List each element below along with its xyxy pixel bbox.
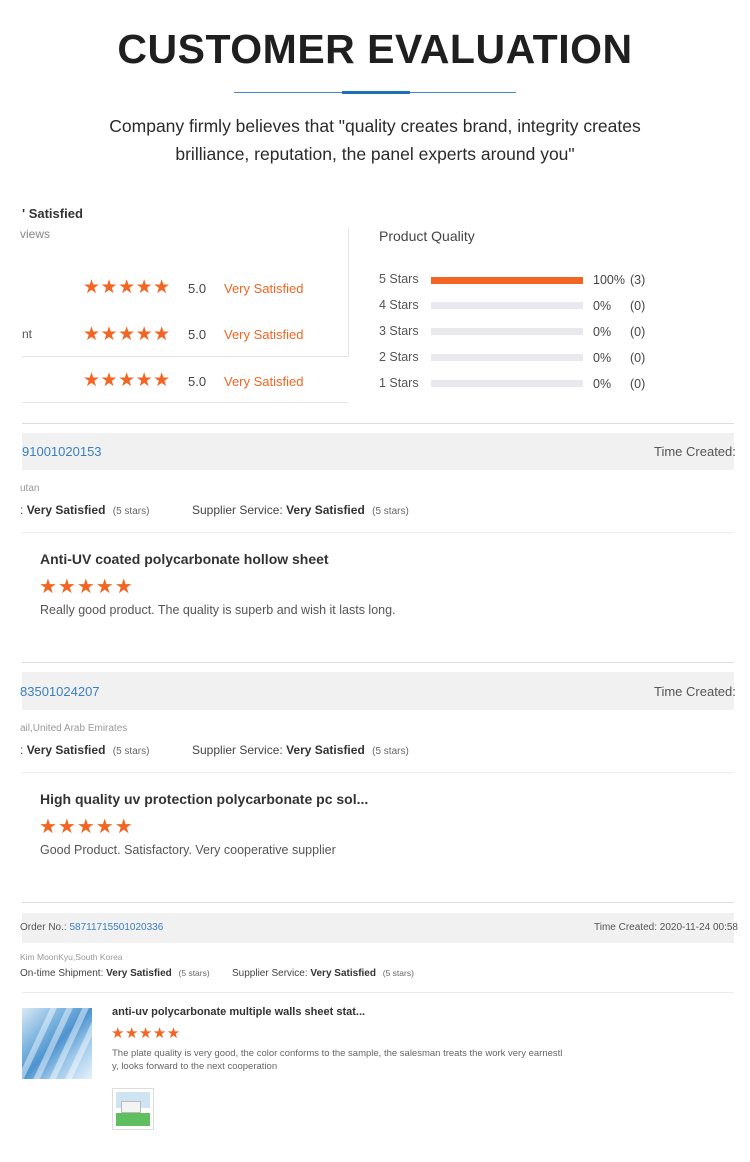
buyer-info: ail,United Arab Emirates [20, 723, 128, 734]
quality-bar [431, 328, 583, 335]
rating-score: 5.0 [188, 327, 207, 342]
review-ratings: On-time Shipment: Very Satisfied (5 star… [20, 968, 210, 979]
divider [22, 402, 349, 403]
shipment-stars: (5 stars) [112, 746, 150, 757]
divider [22, 992, 734, 993]
time-created: Time Created: 2020-11-24 00:58 [594, 922, 738, 933]
review-stars: ★★★★★ [39, 576, 134, 598]
service-stars: (5 stars) [382, 968, 414, 978]
quality-count: (3) [630, 273, 646, 287]
order-number-link[interactable]: 83501024207 [20, 684, 100, 699]
order-header [22, 433, 734, 470]
quality-bar-fill [431, 277, 583, 284]
service-ratings: Supplier Service: Very Satisfied (5 star… [192, 503, 409, 517]
review-comment-line-2: y, looks forward to the next cooperation [112, 1061, 278, 1072]
product-title-link[interactable]: anti-uv polycarbonate multiple walls she… [112, 1006, 365, 1018]
rating-score: 5.0 [188, 374, 207, 389]
quality-bar [431, 302, 583, 309]
divider [22, 532, 734, 533]
review-comment-line-1: The plate quality is very good, the colo… [112, 1048, 563, 1059]
star-rating: ★★★★★ [83, 277, 171, 298]
page-title: CUSTOMER EVALUATION [117, 26, 633, 72]
quality-percent: 100% [593, 273, 625, 287]
service-ratings: Supplier Service: Very Satisfied (5 star… [232, 968, 414, 979]
quality-count: (0) [630, 325, 646, 339]
order-number-link[interactable]: 91001020153 [22, 444, 102, 459]
page-subtitle: Company firmly believes that "quality cr… [0, 112, 750, 168]
subtitle-line-1: Company firmly believes that "quality cr… [109, 116, 641, 136]
quality-percent: 0% [593, 299, 612, 313]
divider [22, 423, 734, 424]
shipment-stars: (5 stars) [178, 968, 210, 978]
order-label: Order No.: [20, 922, 67, 933]
rating-score: 5.0 [188, 281, 207, 296]
service-label: Supplier Service: [192, 743, 283, 757]
quality-row-label: 1 Stars [379, 376, 419, 390]
quality-bar [431, 354, 583, 361]
divider [22, 772, 734, 773]
star-rating: ★★★★★ [83, 370, 171, 391]
shipment-label: On-time Shipment: [20, 968, 104, 979]
rating-status: Very Satisfied [224, 374, 304, 389]
order-number-link[interactable]: 58711715501020336 [69, 922, 163, 933]
quality-row-label: 4 Stars [379, 298, 419, 312]
quality-row-label: 2 Stars [379, 350, 419, 364]
review-photo[interactable] [112, 1088, 154, 1130]
quality-row-label: 5 Stars [379, 272, 419, 286]
divider [22, 662, 734, 663]
shipment-label: : [20, 743, 24, 757]
shipment-value: Very Satisfied [26, 743, 106, 757]
shipment-stars: (5 stars) [112, 506, 150, 517]
product-title-link[interactable]: High quality uv protection polycarbonate… [40, 791, 368, 807]
review-comment: Good Product. Satisfactory. Very coopera… [40, 843, 336, 857]
time-created: Time Created: [654, 444, 736, 459]
divider [22, 902, 734, 903]
quality-count: (0) [630, 351, 646, 365]
quality-count: (0) [630, 299, 646, 313]
service-label: Supplier Service: [232, 968, 308, 979]
summary-subtitle: views [20, 227, 51, 241]
product-thumbnail[interactable] [22, 1008, 92, 1079]
rating-status: Very Satisfied [224, 281, 304, 296]
subtitle-line-2: brilliance, reputation, the panel expert… [175, 144, 575, 164]
review-stars: ★★★★★ [111, 1025, 181, 1042]
quality-bar [431, 277, 583, 284]
quality-percent: 0% [593, 325, 612, 339]
quality-bar [431, 380, 583, 387]
quality-row-label: 3 Stars [379, 324, 419, 338]
order-number: Order No.: 58711715501020336 [20, 922, 163, 933]
review-stars: ★★★★★ [39, 816, 134, 838]
quality-count: (0) [630, 377, 646, 391]
service-value: Very Satisfied [310, 968, 376, 979]
time-created: Time Created: [654, 684, 736, 699]
buyer-info: utan [20, 483, 40, 494]
divider [22, 356, 349, 357]
shipment-value: Very Satisfied [106, 968, 172, 979]
product-quality-title: Product Quality [379, 228, 475, 244]
service-stars: (5 stars) [372, 746, 409, 757]
review-ratings: : Very Satisfied (5 stars) [20, 503, 149, 517]
shipment-value: Very Satisfied [26, 503, 106, 517]
summary-title: ' Satisfied [22, 206, 83, 221]
quality-percent: 0% [593, 351, 612, 365]
shipment-label: : [20, 503, 24, 517]
title-divider-accent [342, 91, 410, 94]
buyer-info: Kim MoonKyu,South Korea [20, 952, 123, 962]
service-value: Very Satisfied [286, 743, 365, 757]
review-ratings: : Very Satisfied (5 stars) [20, 743, 149, 757]
service-label: Supplier Service: [192, 503, 283, 517]
quality-percent: 0% [593, 377, 612, 391]
summary-row-label: nt [22, 327, 33, 341]
rating-status: Very Satisfied [224, 327, 304, 342]
service-stars: (5 stars) [372, 506, 409, 517]
service-value: Very Satisfied [286, 503, 365, 517]
product-title-link[interactable]: Anti-UV coated polycarbonate hollow shee… [40, 551, 329, 567]
order-header [22, 672, 734, 710]
service-ratings: Supplier Service: Very Satisfied (5 star… [192, 743, 409, 757]
panel-divider [348, 228, 349, 356]
star-rating: ★★★★★ [83, 324, 171, 345]
review-comment: Really good product. The quality is supe… [40, 603, 396, 617]
